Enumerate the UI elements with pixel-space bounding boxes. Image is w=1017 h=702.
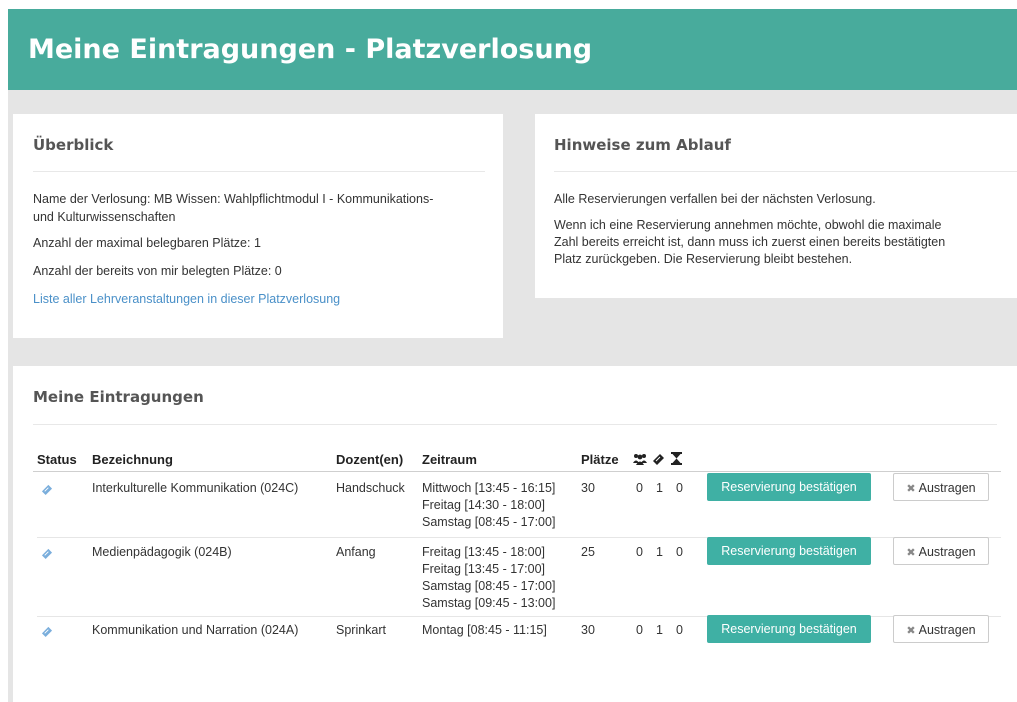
hint-line3: Platz zurückgeben. Die Reservierung blei… — [554, 252, 853, 266]
ticket-icon — [41, 484, 53, 495]
hints-card: Hinweise zum Ablauf Alle Reservierungen … — [535, 114, 1017, 298]
close-icon: ✖ — [906, 625, 916, 637]
table-header-divider — [33, 471, 1001, 472]
time-slot: Freitag [13:45 - 18:00] — [422, 545, 545, 559]
ticket-icon — [41, 548, 53, 559]
unregister-label: Austragen — [918, 623, 976, 637]
divider — [554, 171, 1017, 172]
hint-line1: Wenn ich eine Reservierung annehmen möch… — [554, 218, 942, 232]
ticket-icon — [653, 454, 664, 465]
places-count: 25 — [581, 545, 595, 559]
reserved-count: 1 — [656, 623, 663, 637]
close-icon: ✖ — [906, 547, 916, 559]
course-list-link[interactable]: Liste aller Lehrveranstaltungen in diese… — [33, 291, 340, 308]
hint-line2: Zahl bereits erreicht ist, dann muss ich… — [554, 235, 946, 249]
lecturer-link[interactable]: Sprinkart — [336, 622, 386, 639]
places-count: 30 — [581, 623, 595, 637]
time-slot: Samstag [09:45 - 13:00] — [422, 596, 556, 610]
max-places: Anzahl der maximal belegbaren Plätze: 1 — [33, 236, 261, 250]
unregister-button[interactable]: ✖ Austragen — [893, 537, 989, 565]
lecturer-link[interactable]: Handschuck — [336, 480, 405, 497]
confirm-reservation-button[interactable]: Reservierung bestätigen — [707, 473, 871, 501]
participants-count: 0 — [636, 545, 643, 559]
course-link[interactable]: Interkulturelle Kommunikation (024C) — [92, 480, 298, 497]
confirm-reservation-button[interactable]: Reservierung bestätigen — [707, 537, 871, 565]
ticket-icon — [41, 626, 53, 637]
hourglass-icon — [671, 452, 682, 465]
page-header: Meine Eintragungen - Platzverlosung — [8, 9, 1017, 90]
lottery-name-line1: Name der Verlosung: MB Wissen: Wahlpflic… — [33, 192, 434, 206]
col-period: Zeitraum — [422, 452, 477, 467]
page-title: Meine Eintragungen - Platzverlosung — [28, 34, 593, 65]
col-name: Bezeichnung — [92, 452, 173, 467]
hint-reservations-expire: Alle Reservierungen verfallen bei der nä… — [554, 192, 876, 206]
participants-count: 0 — [636, 481, 643, 495]
unregister-label: Austragen — [918, 545, 976, 559]
taken-places: Anzahl der bereits von mir belegten Plät… — [33, 264, 282, 278]
lecturer-link[interactable]: Anfang — [336, 544, 376, 561]
divider — [33, 424, 997, 425]
unregister-button[interactable]: ✖ Austragen — [893, 473, 989, 501]
col-status: Status — [37, 452, 77, 467]
col-lecturer: Dozent(en) — [336, 452, 404, 467]
course-link[interactable]: Medienpädagogik (024B) — [92, 544, 232, 561]
confirm-reservation-button[interactable]: Reservierung bestätigen — [707, 615, 871, 643]
time-slot: Montag [08:45 - 11:15] — [422, 623, 547, 637]
time-slot: Freitag [13:45 - 17:00] — [422, 562, 545, 576]
time-slot: Freitag [14:30 - 18:00] — [422, 498, 545, 512]
time-slot: Mittwoch [13:45 - 16:15] — [422, 481, 556, 495]
divider — [33, 171, 485, 172]
overview-card: Überblick Name der Verlosung: MB Wissen:… — [13, 114, 503, 338]
reserved-count: 1 — [656, 481, 663, 495]
course-link[interactable]: Kommunikation und Narration (024A) — [92, 622, 298, 639]
col-places: Plätze — [581, 452, 619, 467]
time-slot: Samstag [08:45 - 17:00] — [422, 515, 556, 529]
content-area: Überblick Name der Verlosung: MB Wissen:… — [8, 90, 1017, 702]
close-icon: ✖ — [906, 483, 916, 495]
reserved-count: 1 — [656, 545, 663, 559]
time-slot: Samstag [08:45 - 17:00] — [422, 579, 556, 593]
hints-title: Hinweise zum Ablauf — [554, 136, 731, 154]
waiting-count: 0 — [676, 481, 683, 495]
places-count: 30 — [581, 481, 595, 495]
lottery-name-line2: und Kulturwissenschaften — [33, 210, 176, 224]
overview-title: Überblick — [33, 136, 114, 154]
waiting-count: 0 — [676, 545, 683, 559]
group-icon — [633, 454, 647, 465]
waiting-count: 0 — [676, 623, 683, 637]
unregister-label: Austragen — [918, 481, 976, 495]
entries-card: Meine Eintragungen Status Bezeichnung Do… — [13, 366, 1017, 702]
unregister-button[interactable]: ✖ Austragen — [893, 615, 989, 643]
entries-title: Meine Eintragungen — [33, 388, 204, 406]
participants-count: 0 — [636, 623, 643, 637]
